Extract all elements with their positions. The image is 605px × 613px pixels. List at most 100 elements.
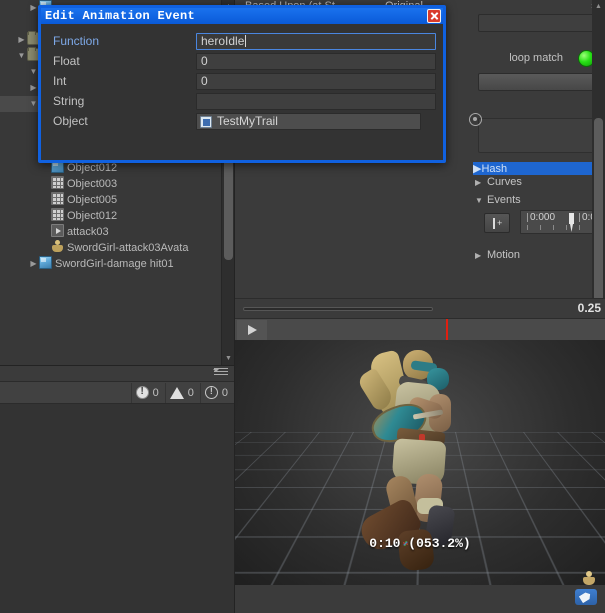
prefab-icon bbox=[200, 115, 212, 128]
timeline-minor-tick bbox=[579, 225, 580, 230]
field-input-string[interactable] bbox=[196, 92, 436, 110]
chevron-right-icon[interactable]: ▶ bbox=[28, 256, 39, 272]
animation-preview-viewport[interactable]: 0:10 (053.2%) bbox=[235, 340, 605, 585]
timeline-minor-tick bbox=[540, 225, 541, 230]
unity-editor-window: Based Upon (at St Original ▲▼ loop match… bbox=[0, 0, 605, 613]
console-counter[interactable]: 0 bbox=[130, 382, 165, 403]
field-input-function[interactable]: heroIdle bbox=[196, 32, 436, 50]
hierarchy-item[interactable]: ▶Object005 bbox=[0, 192, 234, 208]
edit-animation-event-dialog[interactable]: Edit Animation Event Function heroIdle Flo… bbox=[38, 5, 482, 163]
timeline-minor-tick bbox=[527, 225, 528, 230]
field-value: 0 bbox=[201, 73, 208, 88]
target-select-icon[interactable] bbox=[469, 113, 482, 126]
timeline-minor-tick bbox=[553, 225, 554, 230]
object-reference-field[interactable]: TestMyTrail bbox=[196, 112, 421, 130]
preview-time-overlay: 0:10 (053.2%) bbox=[369, 536, 471, 551]
dialog-titlebar: Edit Animation Event bbox=[41, 8, 443, 24]
section-motion[interactable]: ▶ Motion bbox=[475, 249, 520, 261]
animation-event-marker[interactable] bbox=[569, 213, 574, 232]
field-input-int[interactable]: 0 bbox=[196, 72, 436, 90]
chevron-down-icon[interactable]: ▼ bbox=[16, 48, 27, 64]
dialog-object-row: Object TestMyTrail bbox=[41, 111, 482, 131]
field-label-int: Int bbox=[53, 74, 67, 88]
console-counter-value: 0 bbox=[221, 386, 228, 399]
hierarchy-item[interactable]: ▶Object003 bbox=[0, 176, 234, 192]
play-button[interactable] bbox=[237, 320, 267, 340]
scroll-up-icon[interactable]: ▲ bbox=[594, 2, 603, 11]
warning-icon bbox=[169, 386, 184, 399]
console-log-area[interactable] bbox=[0, 404, 234, 613]
close-icon[interactable] bbox=[427, 9, 441, 23]
hierarchy-item[interactable]: ▶SwordGirl-attack03Avata bbox=[0, 240, 234, 256]
hierarchy-item[interactable]: ▶ SwordGirl-damage hit01 bbox=[0, 256, 234, 272]
speed-value-label: 0.25 bbox=[577, 301, 601, 315]
hierarchy-item-label: attack03 bbox=[67, 226, 109, 238]
chevron-right-icon: ▶ bbox=[475, 251, 482, 260]
timeline-tick bbox=[527, 213, 528, 222]
mesh-icon bbox=[51, 192, 64, 205]
section-motion-label: Motion bbox=[487, 249, 521, 261]
field-label-float: Float bbox=[53, 54, 80, 68]
field-label-object: Object bbox=[53, 114, 88, 128]
dialog-body: Function heroIdle Float 0 Int 0 String Object Te… bbox=[41, 24, 482, 131]
animation-playback-bar: IK 0.25 bbox=[235, 298, 605, 318]
hamburger-menu-icon[interactable] bbox=[213, 368, 230, 379]
console-counter[interactable]: 0 bbox=[199, 382, 234, 403]
console-panel: 0 0 0 bbox=[0, 365, 235, 613]
hierarchy-item-label: SwordGirl-attack03Avata bbox=[67, 242, 189, 254]
clip-icon bbox=[51, 224, 64, 237]
chevron-down-icon: ▼ bbox=[475, 196, 483, 205]
dialog-field-row: String bbox=[41, 91, 443, 111]
section-hash-label: Hash bbox=[481, 163, 508, 175]
error-icon bbox=[135, 385, 149, 399]
inspector-scrollbar[interactable]: ▲ ▼ bbox=[592, 0, 605, 318]
section-curves-label: Curves bbox=[487, 176, 522, 188]
inspector-scroll-thumb[interactable] bbox=[594, 118, 603, 303]
section-hash[interactable]: ▶Hash bbox=[473, 162, 605, 175]
pose-info-box: 00) bbox=[478, 118, 605, 153]
chevron-right-icon[interactable]: ▶ bbox=[16, 32, 27, 48]
add-event-button[interactable]: + bbox=[484, 213, 510, 233]
mesh-icon bbox=[51, 208, 64, 221]
field-label-string: String bbox=[53, 94, 85, 108]
scroll-down-icon[interactable]: ▼ bbox=[224, 354, 233, 363]
dialog-field-row: Function heroIdle bbox=[41, 31, 443, 51]
field-input-float[interactable]: 0 bbox=[196, 52, 436, 70]
dialog-field-row: Float 0 bbox=[41, 51, 443, 71]
section-events[interactable]: ▼ Events bbox=[475, 194, 521, 206]
add-keyframe-icon bbox=[493, 218, 495, 229]
playhead-marker[interactable] bbox=[446, 319, 448, 341]
field-value: 0 bbox=[201, 53, 208, 68]
dialog-title-label: Edit Animation Event bbox=[45, 9, 196, 23]
section-events-label: Events bbox=[487, 194, 521, 206]
console-counter-value: 0 bbox=[187, 386, 194, 399]
field-label-function: Function bbox=[53, 34, 100, 48]
hierarchy-item-label: SwordGirl-damage hit01 bbox=[55, 258, 174, 270]
loop-dropdown[interactable]: ▲▼ bbox=[478, 73, 605, 91]
object-reference-value: TestMyTrail bbox=[217, 113, 278, 128]
timeline-tick bbox=[579, 213, 580, 222]
section-curves[interactable]: ▶ Curves bbox=[475, 176, 522, 188]
hierarchy-item-label: Object012 bbox=[67, 210, 118, 222]
preview-control-strip[interactable] bbox=[235, 318, 605, 341]
hierarchy-item-label: Object005 bbox=[67, 194, 118, 206]
console-counter[interactable]: 0 bbox=[164, 382, 200, 403]
text-caret bbox=[245, 34, 247, 47]
hierarchy-item[interactable]: ▶attack03 bbox=[0, 224, 234, 240]
viewport-footer bbox=[235, 571, 605, 613]
hierarchy-item-label: Object012 bbox=[67, 162, 118, 174]
timeline-scrollbar[interactable] bbox=[243, 307, 433, 311]
loop-match-label: loop match bbox=[509, 52, 563, 64]
chevron-right-icon: ▶ bbox=[475, 178, 482, 187]
console-toolbar: 0 0 0 bbox=[0, 382, 234, 404]
hierarchy-item-label: Object003 bbox=[67, 178, 118, 190]
field-value: heroIdle bbox=[201, 33, 245, 48]
timeline-minor-tick bbox=[566, 225, 567, 230]
info-icon bbox=[204, 385, 218, 399]
top-text-field[interactable] bbox=[478, 14, 605, 32]
console-counter-value: 0 bbox=[152, 386, 159, 399]
hierarchy-item[interactable]: ▶Object012 bbox=[0, 208, 234, 224]
console-tabstrip bbox=[0, 366, 234, 382]
tag-icon[interactable] bbox=[575, 589, 597, 605]
avatar-icon[interactable] bbox=[583, 571, 595, 585]
